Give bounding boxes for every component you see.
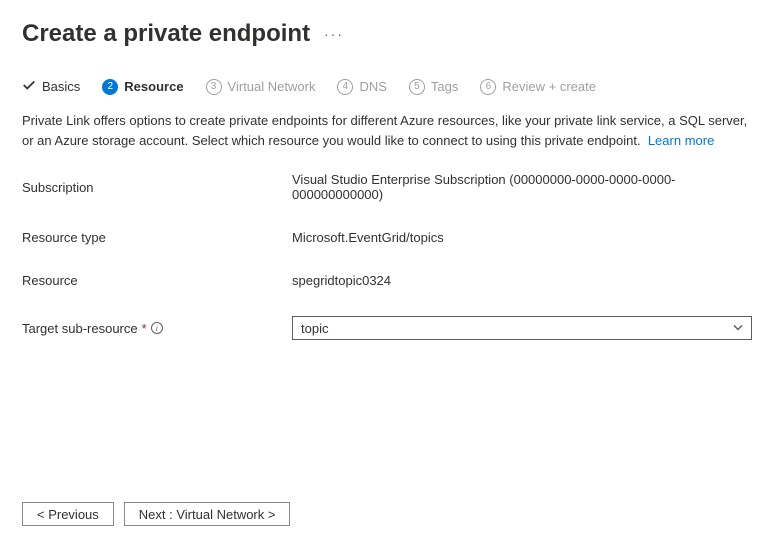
tab-resource[interactable]: 2 Resource [102,79,183,95]
page-title: Create a private endpoint [22,20,310,48]
field-label-text: Target sub-resource [22,321,138,336]
previous-button[interactable]: < Previous [22,502,114,526]
field-value: spegridtopic0324 [292,273,762,288]
check-icon [22,78,36,95]
target-sub-resource-select[interactable]: topic [292,316,752,340]
tab-dns[interactable]: 4 DNS [337,79,386,95]
field-label: Subscription [22,180,292,195]
tab-label: Tags [431,79,458,94]
learn-more-link[interactable]: Learn more [648,133,714,148]
next-button[interactable]: Next : Virtual Network > [124,502,291,526]
tab-label: Basics [42,79,80,94]
field-resource-type: Resource type Microsoft.EventGrid/topics [22,230,762,245]
tab-basics[interactable]: Basics [22,78,80,95]
field-label: Resource [22,273,292,288]
wizard-tabs: Basics 2 Resource 3 Virtual Network 4 DN… [22,78,762,95]
tab-label: Resource [124,79,183,94]
field-subscription: Subscription Visual Studio Enterprise Su… [22,172,762,202]
field-label: Resource type [22,230,292,245]
tab-tags[interactable]: 5 Tags [409,79,458,95]
select-value: topic [301,321,328,336]
field-target-sub-resource: Target sub-resource * i topic [22,316,762,340]
field-resource: Resource spegridtopic0324 [22,273,762,288]
field-value: Visual Studio Enterprise Subscription (0… [292,172,762,202]
field-label: Target sub-resource * i [22,321,292,336]
tab-review-create[interactable]: 6 Review + create [480,79,596,95]
more-actions-icon[interactable]: ··· [324,26,344,42]
description-body: Private Link offers options to create pr… [22,113,747,148]
chevron-down-icon [733,321,743,336]
step-number-icon: 5 [409,79,425,95]
tab-label: Review + create [502,79,596,94]
description-text: Private Link offers options to create pr… [22,111,762,150]
tab-label: DNS [359,79,386,94]
target-sub-resource-select-wrap: topic [292,316,752,340]
wizard-footer: < Previous Next : Virtual Network > [22,502,290,526]
step-number-icon: 3 [206,79,222,95]
field-value: Microsoft.EventGrid/topics [292,230,762,245]
tab-label: Virtual Network [228,79,316,94]
step-number-icon: 6 [480,79,496,95]
step-number-icon: 2 [102,79,118,95]
tab-virtual-network[interactable]: 3 Virtual Network [206,79,316,95]
info-icon[interactable]: i [151,322,163,334]
step-number-icon: 4 [337,79,353,95]
required-indicator: * [142,321,147,336]
